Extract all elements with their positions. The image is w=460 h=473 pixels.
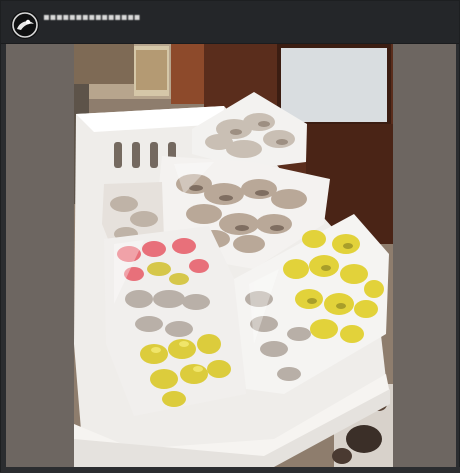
- post-photo[interactable]: [74, 44, 393, 467]
- avatar[interactable]: [11, 11, 39, 39]
- media-letterbox-right: [393, 44, 456, 467]
- media-letterbox-left: [6, 44, 74, 467]
- social-post: ▪▪▪▪▪▪▪▪▪▪▪▪▪▪▪: [0, 0, 460, 473]
- author-name[interactable]: ▪▪▪▪▪▪▪▪▪▪▪▪▪▪▪: [43, 11, 153, 25]
- profile-avatar-icon: [11, 11, 39, 39]
- post-header: ▪▪▪▪▪▪▪▪▪▪▪▪▪▪▪: [1, 1, 459, 44]
- mushroom-basket-photo: [74, 44, 393, 467]
- post-footer-edge: [1, 467, 460, 473]
- post-media[interactable]: [6, 44, 456, 467]
